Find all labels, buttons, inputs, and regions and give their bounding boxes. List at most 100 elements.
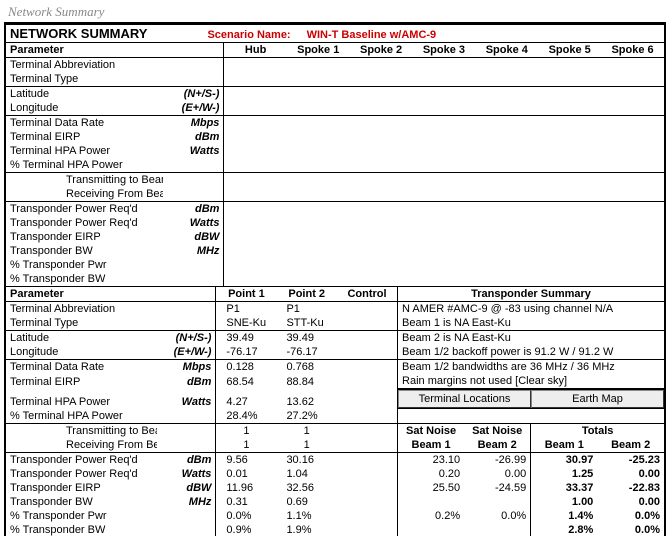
cell [601,130,664,144]
unit-label: dBm [163,202,224,217]
unit-label: dBm [157,453,216,468]
cell [475,187,538,202]
header-row: NETWORK SUMMARY Scenario Name: WIN-T Bas… [6,25,664,43]
cell [538,58,601,73]
unit-label: (N+/S-) [157,331,216,346]
summary-text: Beam 1 is NA East-Ku [398,316,664,331]
cell [601,158,664,173]
param-label: Terminal HPA Power [6,389,157,410]
cell [337,523,398,536]
cell: 13.62 [276,389,337,410]
beam1b-header: Beam 1 [531,438,598,453]
cell [413,144,476,158]
col-parameter: Parameter [6,43,224,58]
table-row: Longitude(E+/W-)-76.17-76.17Beam 1/2 bac… [6,345,664,360]
cell [350,216,413,230]
beam2-header: Beam 2 [464,438,531,453]
unit-label: dBm [157,374,216,389]
cell [350,244,413,258]
table-row: Receiving From Beam # [6,187,664,202]
param-label: Receiving From Beam # [6,438,157,453]
cell: 4.27 [216,389,277,410]
cell [413,130,476,144]
col-spoke6: Spoke 6 [601,43,664,58]
cell: 1 [276,424,337,439]
param-label: Transponder BW [6,244,163,258]
col-control: Control [337,287,398,302]
cell: 1 [216,438,277,453]
cell [224,130,287,144]
param-label: Terminal Abbreviation [6,302,157,317]
param-label: Terminal Type [6,72,163,87]
table-row: Terminal TypeSNE-KuSTT-KuBeam 1 is NA Ea… [6,316,664,331]
table-row: Transponder Power Req'ddBm9.5630.1623.10… [6,453,664,468]
param-label: Transponder Power Req'd [6,453,157,468]
earth-map-button[interactable]: Earth Map [531,390,664,408]
cell [224,258,287,272]
cell [350,202,413,217]
cell [337,509,398,523]
cell: 68.54 [216,374,277,389]
table-row: Transmitting to Beam # [6,173,664,188]
cell [475,116,538,131]
cell [413,216,476,230]
col-spoke4: Spoke 4 [475,43,538,58]
cell [337,467,398,481]
cell [413,187,476,202]
cell [287,58,350,73]
cell [538,187,601,202]
cell [538,130,601,144]
summary-text: Rain margins not used [Clear sky] [398,374,664,389]
cell [475,230,538,244]
cell [287,258,350,272]
cell [601,72,664,87]
cell [475,216,538,230]
param-label: Latitude [6,87,163,102]
cell: 2.8% [531,523,598,536]
cell [601,116,664,131]
unit-label: Watts [157,467,216,481]
table-row: Terminal EIRPdBm [6,130,664,144]
unit-label [163,258,224,272]
cell [538,144,601,158]
terminal-locations-button[interactable]: Terminal Locations [398,390,531,408]
cell: 27.2% [276,409,337,424]
cell [337,453,398,468]
param-label: Transponder EIRP [6,481,157,495]
scenario-label: Scenario Name: [207,29,290,41]
cell [224,87,287,102]
unit-label: dBW [163,230,224,244]
cell [538,230,601,244]
cell [601,202,664,217]
col-spoke1: Spoke 1 [287,43,350,58]
cell [413,72,476,87]
cell [413,87,476,102]
cell: 33.37 [531,481,598,495]
param-label: Terminal Abbreviation [6,58,163,73]
page-title: NETWORK SUMMARY [10,26,147,41]
unit-label [163,187,224,202]
unit-label [157,316,216,331]
bottom-table: Parameter Point 1 Point 2 Control Transp… [6,287,664,536]
cell [538,216,601,230]
unit-label [157,438,216,453]
table-row: Transponder EIRPdBW11.9632.5625.50-24.59… [6,481,664,495]
cell [538,272,601,287]
cell [224,72,287,87]
table-row: % Transponder BW [6,272,664,287]
cell: 1.1% [276,509,337,523]
cell: 0.00 [597,495,664,509]
cell [350,144,413,158]
unit-label [157,302,216,317]
unit-label: (E+/W-) [157,345,216,360]
cell [601,187,664,202]
cell [475,130,538,144]
unit-label: dBW [157,481,216,495]
cell: 30.97 [531,453,598,468]
cell: 0.00 [597,467,664,481]
unit-label [163,173,224,188]
cell [475,72,538,87]
table-row: Terminal EIRPdBm68.5488.84Rain margins n… [6,374,664,389]
summary-text: Beam 1/2 backoff power is 91.2 W / 91.2 … [398,345,664,360]
cell [413,116,476,131]
